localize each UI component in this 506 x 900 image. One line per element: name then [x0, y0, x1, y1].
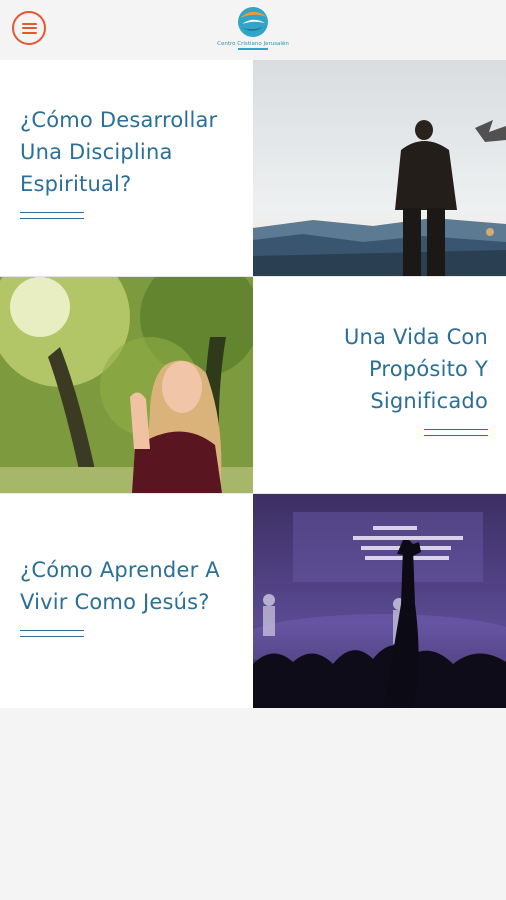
title-divider	[20, 212, 84, 219]
article-card-title[interactable]: Una Vida Con Propósito Y Significado	[253, 277, 506, 493]
article-image[interactable]	[0, 277, 253, 493]
article-row: ¿Cómo Aprender A Vivir Como Jesús?	[0, 493, 506, 710]
church-logo[interactable]: Centro Cristiano Jerusalén	[212, 4, 294, 54]
article-card-title[interactable]: ¿Cómo Aprender A Vivir Como Jesús?	[0, 494, 253, 710]
top-bar: Centro Cristiano Jerusalén	[0, 0, 506, 60]
article-row: ¿Cómo Desarrollar Una Disciplina Espirit…	[0, 60, 506, 276]
article-card-title[interactable]: ¿Cómo Desarrollar Una Disciplina Espirit…	[0, 60, 253, 276]
title-divider	[424, 429, 488, 436]
worship-concert-image	[253, 494, 506, 710]
article-title: ¿Cómo Desarrollar Una Disciplina Espirit…	[20, 108, 218, 196]
title-divider	[20, 630, 84, 637]
article-image[interactable]	[253, 60, 506, 276]
articles-grid: ¿Cómo Desarrollar Una Disciplina Espirit…	[0, 60, 506, 710]
logo-mark-icon	[238, 7, 268, 37]
menu-button[interactable]	[12, 11, 46, 45]
logo-text: Centro Cristiano Jerusalén	[217, 41, 289, 47]
man-on-mountain-image	[253, 60, 506, 276]
hamburger-menu-icon	[21, 22, 37, 34]
article-row: Una Vida Con Propósito Y Significado	[0, 276, 506, 493]
article-title: ¿Cómo Aprender A Vivir Como Jesús?	[20, 558, 220, 614]
article-image[interactable]	[253, 494, 506, 710]
woman-praying-image	[0, 277, 253, 493]
article-title: Una Vida Con Propósito Y Significado	[343, 325, 488, 413]
empty-area	[0, 708, 506, 900]
